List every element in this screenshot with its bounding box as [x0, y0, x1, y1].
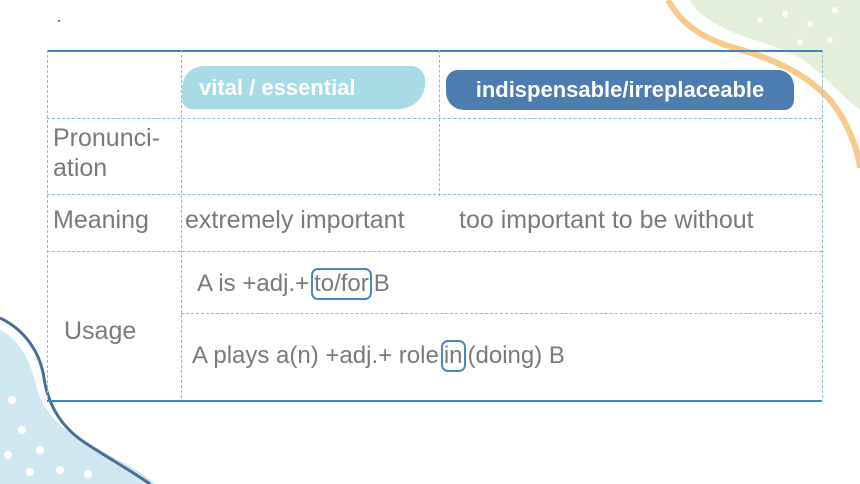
row-label-pronunciation: Pronunci-ation — [53, 124, 160, 182]
header-indispensable-irreplaceable: indispensable/irreplaceable — [446, 70, 794, 110]
table-row-line-2 — [47, 194, 822, 195]
usage-line-1-before: A is +adj.+ — [197, 270, 310, 297]
usage-line-2-before: A plays a(n) +adj.+ role — [192, 342, 439, 369]
usage-line-1-after: B — [373, 270, 390, 297]
usage-line-2: A plays a(n) +adj.+ role in (doing) B — [192, 340, 565, 372]
meaning-vital: extremely important — [185, 206, 405, 234]
table-row-line-3 — [47, 251, 822, 252]
header-vital-essential: vital / essential — [182, 66, 425, 109]
table-row-line-usage — [181, 313, 822, 314]
usage-line-2-highlight: in — [440, 340, 466, 372]
row-label-meaning: Meaning — [53, 206, 149, 234]
usage-line-2-after: (doing) B — [467, 342, 565, 369]
usage-line-1: A is +adj.+ to/for B — [197, 268, 390, 300]
decoration-dot — [58, 20, 60, 22]
table-divider-col2 — [439, 50, 440, 196]
table-divider-left — [47, 50, 48, 398]
table-row-line-1 — [47, 118, 822, 119]
meaning-indispensable: too important to be without — [459, 206, 754, 234]
row-label-usage: Usage — [64, 317, 137, 345]
usage-line-1-highlight: to/for — [311, 268, 372, 300]
table-divider-right — [822, 50, 823, 398]
